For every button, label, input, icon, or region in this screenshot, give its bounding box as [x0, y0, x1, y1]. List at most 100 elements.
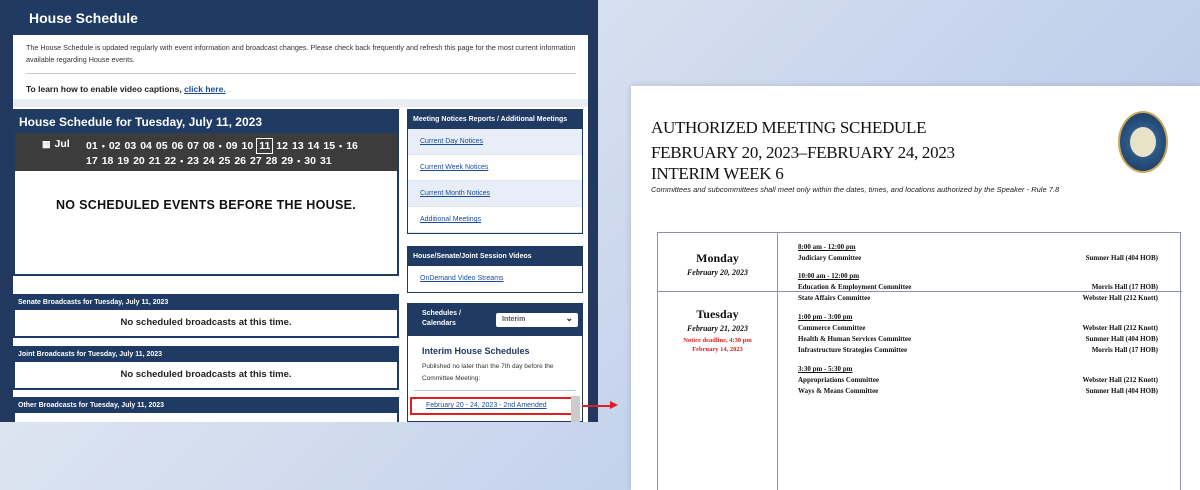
day-calendar: ▦ Jul 01 • 02 03 04 05 06 07 08 • 09 10 11 12 13 14 15 • 16…	[15, 133, 397, 171]
notice-deadline-date: February 14, 2023	[692, 346, 743, 353]
scrollbar[interactable]	[571, 396, 580, 422]
meeting-location: Morris Hall (17 HOB)	[1091, 346, 1158, 354]
day-link[interactable]: 15	[322, 139, 336, 153]
ondemand-video-link[interactable]: OnDemand Video Streams	[408, 266, 582, 292]
day-link[interactable]: 10	[241, 139, 255, 153]
published-note: Published no later than the 7th day befo…	[422, 363, 554, 382]
committee-name: Commerce Committee	[798, 324, 866, 332]
slot-time: 10:00 am - 12:00 pm	[798, 272, 860, 280]
session-videos-panel: House/Senate/Joint Session Videos OnDema…	[407, 246, 583, 293]
schedules-calendars-panel: Schedules / Calendars Interim ⌄ Interim …	[407, 303, 583, 422]
meeting-location: Sumner Hall (404 HOB)	[1085, 254, 1158, 262]
day-link[interactable]: 23	[186, 154, 200, 168]
other-broadcasts-title: Other Broadcasts for Tuesday, July 11, 2…	[15, 399, 397, 413]
day-link[interactable]: 08	[202, 139, 216, 153]
day-link[interactable]: 12	[275, 139, 289, 153]
day-link[interactable]: 21	[148, 154, 162, 168]
monday-cell: Monday February 20, 2023	[658, 251, 777, 277]
separator	[13, 99, 588, 107]
meeting-row: Ways & Means Committee Sumner Hall (404 H…	[798, 387, 1158, 398]
schedule-title: House Schedule for Tuesday, July 11, 202…	[15, 111, 397, 133]
caption-text: To learn how to enable video captions,	[26, 84, 182, 94]
day-link[interactable]: 29	[280, 154, 294, 168]
day-link[interactable]: 19	[116, 154, 130, 168]
joint-broadcasts-title: Joint Broadcasts for Tuesday, July 11, 2…	[15, 348, 397, 362]
committee-name: Ways & Means Committee	[798, 387, 879, 395]
divider	[26, 73, 576, 74]
day-link[interactable]: 25	[218, 154, 232, 168]
day-link[interactable]: 02	[108, 139, 122, 153]
callout-arrow	[582, 405, 612, 407]
day-link[interactable]: 28	[265, 154, 279, 168]
day-link[interactable]: 06	[171, 139, 185, 153]
day-link[interactable]: 01	[85, 139, 99, 153]
joint-broadcasts: Joint Broadcasts for Tuesday, July 11, 2…	[13, 346, 399, 390]
day-separator: •	[297, 156, 301, 166]
meeting-location: Webster Hall (212 Knott)	[1082, 376, 1158, 384]
intro-text: The House Schedule is updated regularly …	[26, 43, 576, 64]
committee-name: Education & Employment Committee	[798, 283, 912, 291]
dropdown-value: Interim	[502, 316, 526, 323]
time-slot: 3:30 pm - 5:30 pm Appropriations Committe…	[798, 365, 1158, 398]
house-seal-icon	[1118, 111, 1168, 173]
day-link[interactable]: 20	[132, 154, 146, 168]
committee-name: Judiciary Committee	[798, 254, 862, 262]
time-slot: 10:00 am - 12:00 pm Education & Employmen…	[798, 272, 1158, 305]
day-link[interactable]: 22	[163, 154, 177, 168]
day-link[interactable]: 07	[186, 139, 200, 153]
schedule-pdf-link[interactable]: February 20 - 24, 2023 - 2nd Amended	[410, 397, 580, 415]
day-link[interactable]: 30	[303, 154, 317, 168]
schedule-type-dropdown[interactable]: Interim ⌄	[496, 313, 578, 327]
senate-broadcasts: Senate Broadcasts for Tuesday, July 11, …	[13, 294, 399, 338]
meeting-schedule-document: AUTHORIZED MEETING SCHEDULE FEBRUARY 20,…	[631, 86, 1200, 490]
time-slot: 1:00 pm - 3:00 pm Commerce Committee Webst…	[798, 313, 1158, 357]
day-link[interactable]: 18	[101, 154, 115, 168]
meeting-row: State Affairs Committee Webster Hall (212…	[798, 294, 1158, 305]
day-link[interactable]: 26	[233, 154, 247, 168]
interim-schedules-heading: Interim House Schedules	[422, 346, 530, 356]
day-row: 17 18 19 20 21 22 • 23 24 25 26 27 28 29 • 30 31	[85, 154, 395, 168]
meeting-notices-title: Meeting Notices Reports / Additional Mee…	[408, 110, 582, 129]
current-week-notices-link[interactable]: Current Week Notices	[408, 155, 582, 181]
day-link[interactable]: 17	[85, 154, 99, 168]
divider	[414, 390, 576, 391]
slot-time: 1:00 pm - 3:00 pm	[798, 313, 853, 321]
meeting-location: Morris Hall (17 HOB)	[1091, 283, 1158, 291]
seal-center	[1130, 127, 1156, 157]
page-title: House Schedule	[13, 0, 588, 35]
tuesday-cell: Tuesday February 21, 2023 Notice deadlin…	[658, 307, 777, 354]
day-link[interactable]: 27	[249, 154, 263, 168]
additional-meetings-link[interactable]: Additional Meetings	[408, 207, 582, 233]
joint-broadcasts-body: No scheduled broadcasts at this time.	[120, 369, 292, 380]
schedules-calendars-header: Schedules / Calendars Interim ⌄	[408, 304, 582, 336]
meeting-location: Sumner Hall (404 HOB)	[1085, 335, 1158, 343]
caption-link[interactable]: click here.	[184, 84, 226, 94]
day-link[interactable]: 13	[291, 139, 305, 153]
day-link[interactable]: 14	[307, 139, 321, 153]
month-label: ▦ Jul	[42, 138, 70, 150]
current-day-notices-link[interactable]: Current Day Notices	[408, 129, 582, 155]
schedule-panel: House Schedule for Tuesday, July 11, 202…	[13, 109, 399, 276]
meeting-location: Webster Hall (212 Knott)	[1082, 294, 1158, 302]
day-selected[interactable]: 11	[256, 138, 274, 154]
monday-date: February 20, 2023	[686, 268, 749, 277]
current-month-notices-link[interactable]: Current Month Notices	[408, 181, 582, 207]
day-link[interactable]: 03	[124, 139, 138, 153]
meeting-row: Judiciary Committee Sumner Hall (404 HOB)	[798, 254, 1158, 265]
committee-name: State Affairs Committee	[798, 294, 871, 302]
day-link[interactable]: 24	[202, 154, 216, 168]
day-link[interactable]: 05	[155, 139, 169, 153]
meeting-row: Health & Human Services Committee Sumner …	[798, 335, 1158, 346]
day-link[interactable]: 09	[225, 139, 239, 153]
day-link[interactable]: 16	[345, 139, 359, 153]
meeting-notices-panel: Meeting Notices Reports / Additional Mee…	[407, 109, 583, 234]
senate-broadcasts-body: No scheduled broadcasts at this time.	[120, 317, 292, 328]
senate-broadcasts-title: Senate Broadcasts for Tuesday, July 11, …	[15, 296, 397, 310]
day-link[interactable]: 04	[139, 139, 153, 153]
day-link[interactable]: 31	[319, 154, 333, 168]
house-schedule-page: House Schedule The House Schedule is upd…	[0, 0, 598, 422]
day-separator: •	[101, 141, 105, 151]
caption-instructions: To learn how to enable video captions, c…	[26, 84, 226, 94]
arrow-head-icon	[610, 401, 618, 409]
chevron-down-icon: ⌄	[565, 313, 573, 323]
